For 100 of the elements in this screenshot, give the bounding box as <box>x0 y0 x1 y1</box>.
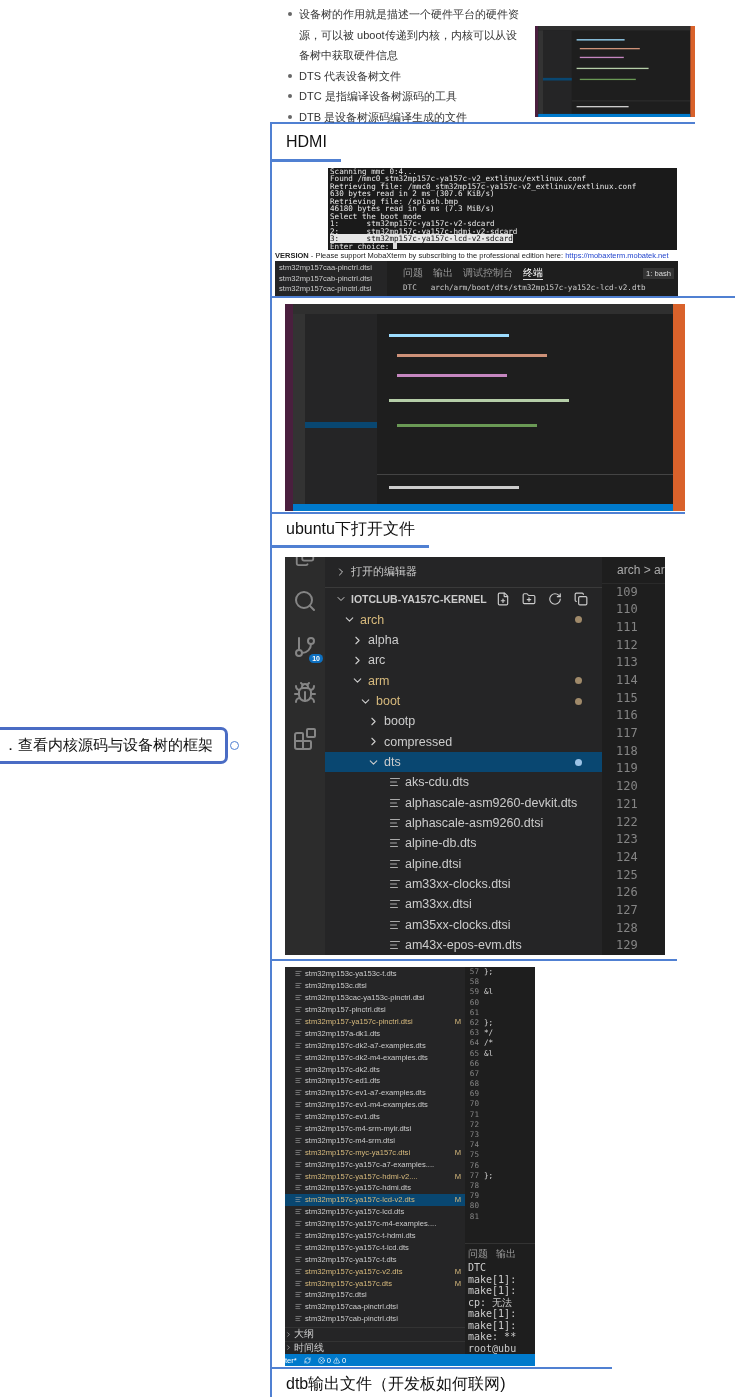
panel-tab[interactable]: 终端 <box>523 266 543 280</box>
file-icon <box>295 1089 302 1097</box>
cursor-icon <box>393 243 398 250</box>
section-header[interactable]: 大纲 <box>285 1327 465 1341</box>
folder-row[interactable]: bootp <box>325 711 602 732</box>
line-number: 124 <box>615 848 639 866</box>
file-icon <box>295 1006 302 1014</box>
file-icon <box>295 1077 302 1085</box>
file-icon <box>389 857 401 870</box>
terminal-line: make[1]: <box>467 1285 518 1297</box>
line-number: 117 <box>615 725 639 743</box>
terminal-line: make: ** <box>467 1331 518 1343</box>
file-icon <box>295 982 302 990</box>
section-header[interactable]: 打开的编辑器 <box>325 557 602 588</box>
file-icon <box>389 877 401 890</box>
file-icon <box>389 898 401 911</box>
panel-tab[interactable]: 问题 <box>468 1248 488 1262</box>
file-icon <box>295 1184 302 1192</box>
file-icon <box>295 1065 302 1073</box>
terminal-line: cp: 无法 <box>467 1296 514 1308</box>
file-icon <box>295 1291 302 1299</box>
folder-row[interactable]: compressed <box>325 731 602 752</box>
topic-title[interactable]: dtb输出文件（开发板如何联网) <box>272 1369 520 1397</box>
terminal-line: make[1]: <box>467 1319 518 1331</box>
file-row[interactable]: am33xx.dtsi <box>325 894 602 915</box>
folder-row[interactable]: boot <box>325 690 602 712</box>
file-row[interactable]: am35xx-clocks.dtsi <box>325 914 602 935</box>
panel-tab[interactable]: 输出 <box>496 1248 516 1262</box>
line-number: 123 <box>615 831 639 849</box>
line-number: 109 <box>615 583 639 601</box>
file-icon <box>295 1220 302 1228</box>
file-icon <box>295 1018 302 1025</box>
file-icon <box>295 1101 302 1109</box>
panel-tab[interactable]: 调试控制台 <box>463 266 513 280</box>
line-number: 116 <box>615 707 639 725</box>
modified-dot <box>575 616 582 624</box>
line-number: 120 <box>615 778 639 796</box>
file-icon <box>295 1160 302 1168</box>
file-row[interactable]: alphascale-asm9260.dtsi <box>325 812 602 834</box>
file-icon <box>389 817 401 829</box>
line-number: 119 <box>615 760 639 778</box>
line-number: 115 <box>615 689 639 707</box>
collapse-icon[interactable] <box>574 591 588 606</box>
file-icon <box>295 1196 302 1204</box>
panel-tab[interactable]: 问题 <box>403 266 423 280</box>
line-number: 129 <box>615 937 639 955</box>
error-icon <box>317 1356 325 1364</box>
line-number: 111 <box>615 618 639 636</box>
line-number: 121 <box>615 795 639 813</box>
file-row[interactable]: alpine-db.dts <box>325 833 602 854</box>
file-row[interactable]: alpine.dtsi <box>325 853 602 874</box>
terminal-line: make[1]: <box>467 1273 518 1285</box>
folder-row[interactable]: arch <box>325 609 602 630</box>
bullet-dot <box>288 12 292 16</box>
file-icon <box>295 1315 302 1323</box>
file-icon <box>295 1136 302 1144</box>
line-number: 127 <box>615 901 639 919</box>
terminal-line: root@ubu <box>467 1342 518 1354</box>
terminal-line: make[1]: <box>467 1308 518 1320</box>
folder-row[interactable]: alpha <box>325 629 602 651</box>
modified-dot <box>575 758 582 766</box>
folder-row[interactable]: arm <box>325 670 602 691</box>
file-icon <box>295 1113 302 1121</box>
file-icon <box>295 1208 302 1216</box>
project-title[interactable]: IOTCLUB-YA157C-KERNEL <box>351 592 487 605</box>
file-row[interactable]: am43x-epos-evm.dts <box>325 934 602 955</box>
modified-dot <box>575 677 582 685</box>
note-text: DTS 代表设备树文件 <box>299 68 402 84</box>
folder-row[interactable]: arc <box>325 650 602 671</box>
panel-tab[interactable]: 输出 <box>433 266 453 280</box>
warning-icon <box>333 1356 341 1364</box>
bullet-dot <box>288 114 292 119</box>
collapse-handle[interactable] <box>230 741 239 750</box>
folder-row[interactable]: dts <box>325 751 602 773</box>
central-topic[interactable]: ．查看内核源码与设备树的框架 <box>0 727 228 764</box>
debug-icon <box>293 681 317 705</box>
bullet-dot <box>288 94 292 98</box>
topic-title[interactable]: HDMI <box>272 124 341 162</box>
line-number: 110 <box>615 601 639 619</box>
file-icon <box>295 1148 302 1156</box>
file-icon <box>389 918 401 931</box>
file-icon <box>295 1255 302 1263</box>
file-icon <box>295 1053 302 1061</box>
file-icon <box>389 938 401 951</box>
file-row[interactable]: alphascale-asm9260-devkit.dts <box>325 792 602 813</box>
note-text: 设备树的作用就是描述一个硬件平台的硬件资源，可以被 uboot传递到内核，内核可以从设备树中获取硬件信息 <box>299 7 520 63</box>
note-text: DTB 是设备树源码编译生成的文件 <box>299 109 468 125</box>
topic-title[interactable]: ubuntu下打开文件 <box>272 514 429 548</box>
extensions-icon <box>293 727 317 751</box>
file-icon <box>295 1303 302 1311</box>
line-number: 126 <box>615 884 639 902</box>
file-row[interactable]: am33xx-clocks.dtsi <box>325 873 602 895</box>
file-row[interactable]: aks-cdu.dts <box>325 772 602 793</box>
new-folder-icon[interactable] <box>522 591 536 606</box>
file-icon <box>295 1279 302 1287</box>
new-file-icon[interactable] <box>496 591 510 606</box>
line-number: 128 <box>615 919 639 937</box>
file-icon <box>295 994 302 1002</box>
file-icon <box>295 1172 302 1180</box>
refresh-icon[interactable] <box>548 591 562 606</box>
